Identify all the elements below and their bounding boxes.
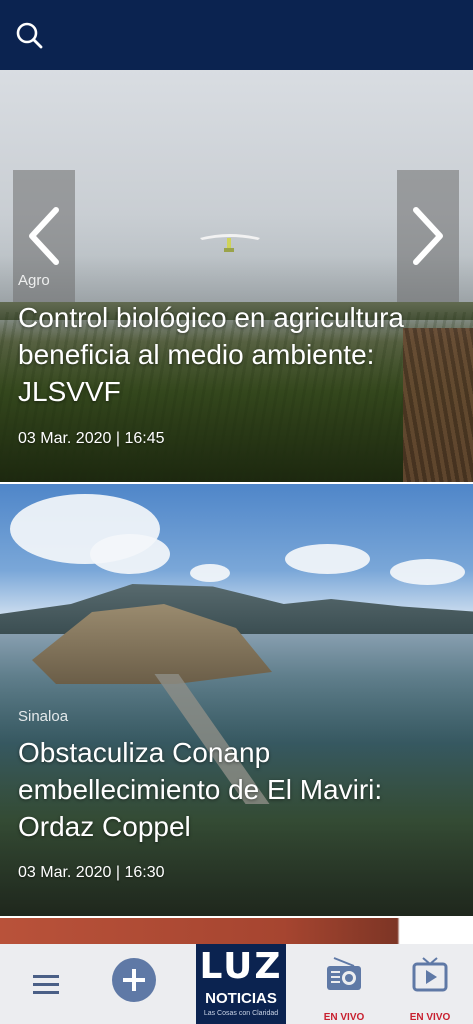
tv-live-label: EN VIVO [409, 1012, 451, 1023]
radio-live-label: EN VIVO [323, 1012, 365, 1023]
logo-sub-text: NOTICIAS [205, 990, 277, 1007]
carousel-next-button[interactable] [397, 170, 459, 302]
radio-icon [327, 957, 361, 990]
tv-play-icon [412, 957, 448, 992]
search-icon[interactable] [14, 20, 46, 52]
featured-article-card[interactable]: Agro Control biológico en agricultura be… [0, 70, 473, 482]
plus-icon [123, 969, 145, 991]
article-card-partial[interactable] [0, 918, 473, 944]
chevron-right-icon [413, 207, 443, 265]
article-date: 03 Mar. 2020 | 16:30 [18, 864, 165, 881]
article-headline[interactable]: Obstaculiza Conanp embellecimiento de El… [18, 734, 463, 845]
live-radio-button[interactable]: EN VIVO [314, 952, 374, 1024]
article-category[interactable]: Sinaloa [18, 708, 68, 725]
ultralight-plane-image [200, 234, 260, 252]
logo-tagline: Las Cosas con Claridad [203, 1010, 279, 1017]
chevron-left-icon [29, 207, 59, 265]
logo-main-text: LUZ [199, 946, 283, 987]
top-bar [0, 0, 473, 70]
article-card[interactable]: Sinaloa Obstaculiza Conanp embellecimien… [0, 484, 473, 916]
bottom-navigation: LUZ NOTICIAS Las Cosas con Claridad EN V… [0, 944, 473, 1024]
add-button[interactable] [112, 958, 156, 1002]
article-category[interactable]: Agro [18, 272, 50, 289]
article-date: 03 Mar. 2020 | 16:45 [18, 430, 165, 447]
luz-noticias-logo[interactable]: LUZ NOTICIAS Las Cosas con Claridad [196, 944, 286, 1024]
photo-mountains [0, 584, 473, 634]
live-tv-button[interactable]: EN VIVO [400, 952, 460, 1024]
hamburger-menu-icon[interactable] [30, 970, 64, 998]
article-headline[interactable]: Control biológico en agricultura benefic… [18, 299, 463, 410]
